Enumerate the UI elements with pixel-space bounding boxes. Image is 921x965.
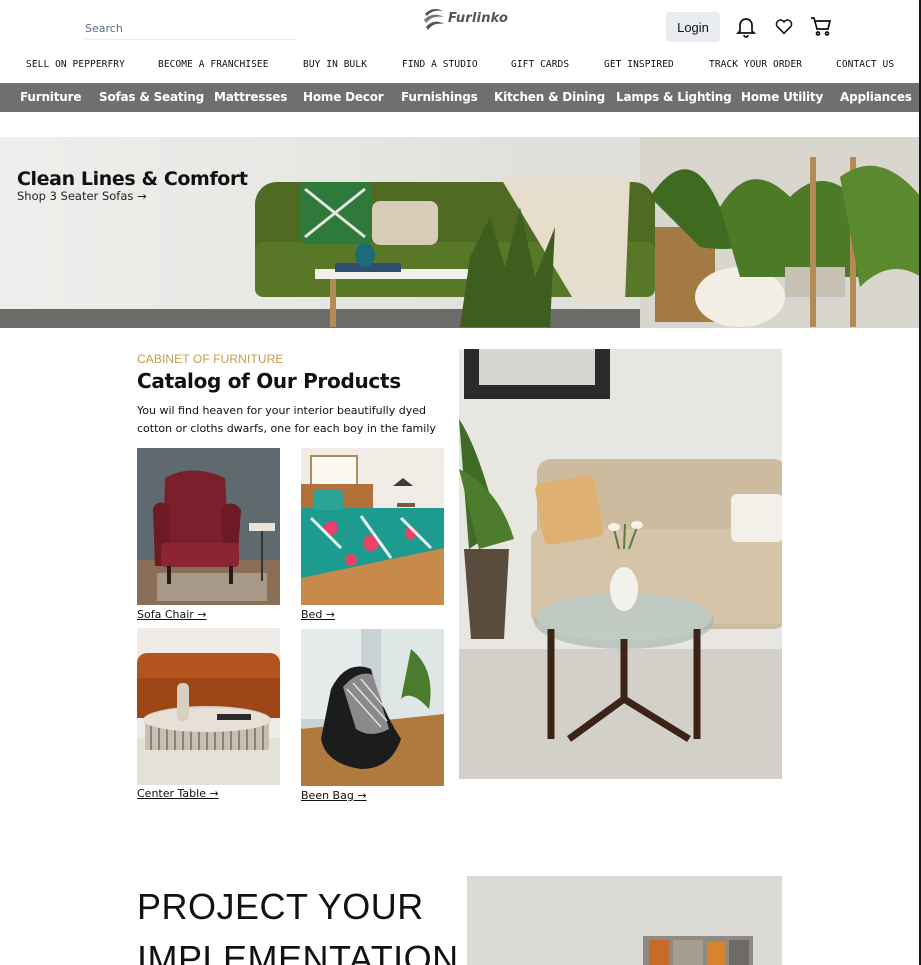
top-links: SELL ON PEPPERFRY BECOME A FRANCHISEE BU… xyxy=(0,56,921,76)
center-table-link[interactable]: Center Table → xyxy=(137,787,219,800)
link-track-your-order[interactable]: TRACK YOUR ORDER xyxy=(709,59,802,70)
center-table-image xyxy=(137,628,280,785)
hero-title: Clean Lines & Comfort xyxy=(17,168,248,190)
hero-banner[interactable]: Clean Lines & Comfort Shop 3 Seater Sofa… xyxy=(0,137,921,328)
sofa-chair-image xyxy=(137,448,280,605)
project-heading: PROJECT YOUR IMPLEMENTATION xyxy=(137,886,459,965)
bed-image xyxy=(301,448,444,605)
category-nav: Furniture Sofas & Seating Mattresses Hom… xyxy=(0,83,921,112)
logo-icon xyxy=(424,9,444,30)
nav-appliances[interactable]: Appliances xyxy=(840,90,912,104)
hero-shop-link[interactable]: Shop 3 Seater Sofas → xyxy=(17,189,147,203)
nav-lamps-lighting[interactable]: Lamps & Lighting xyxy=(616,90,732,104)
nav-mattresses[interactable]: Mattresses xyxy=(214,90,287,104)
hero-image xyxy=(0,137,921,328)
search-input[interactable] xyxy=(85,22,295,35)
product-card-bean-bag[interactable] xyxy=(301,629,444,786)
bean-bag-image xyxy=(301,629,444,786)
nav-sofas-seating[interactable]: Sofas & Seating xyxy=(99,90,204,104)
project-photo xyxy=(467,876,782,965)
cart-icon[interactable] xyxy=(809,14,833,38)
search-box[interactable] xyxy=(85,18,295,40)
sofa-chair-link[interactable]: Sofa Chair → xyxy=(137,608,207,621)
link-become-franchisee[interactable]: BECOME A FRANCHISEE xyxy=(158,59,269,70)
bed-link[interactable]: Bed → xyxy=(301,608,335,621)
living-room-image xyxy=(459,349,782,779)
heart-icon[interactable] xyxy=(772,14,796,38)
link-contact-us[interactable]: CONTACT US xyxy=(836,59,894,70)
nav-home-utility[interactable]: Home Utility xyxy=(741,90,823,104)
living-room-photo xyxy=(459,349,782,779)
nav-kitchen-dining[interactable]: Kitchen & Dining xyxy=(494,90,605,104)
product-card-center-table[interactable] xyxy=(137,628,280,785)
brand-logo[interactable]: Furlinko xyxy=(422,5,508,31)
catalog-title: Catalog of Our Products xyxy=(137,369,401,393)
link-find-a-studio[interactable]: FIND A STUDIO xyxy=(402,59,478,70)
catalog-description: You wil find heaven for your interior be… xyxy=(137,404,436,435)
nav-home-decor[interactable]: Home Decor xyxy=(303,90,384,104)
product-card-sofa-chair[interactable] xyxy=(137,448,280,605)
catalog-eyebrow: CABINET OF FURNITURE xyxy=(137,352,284,366)
project-image xyxy=(467,876,782,965)
product-card-bed[interactable] xyxy=(301,448,444,605)
login-button[interactable]: Login xyxy=(666,12,720,42)
link-gift-cards[interactable]: GIFT CARDS xyxy=(511,59,569,70)
link-buy-in-bulk[interactable]: BUY IN BULK xyxy=(303,59,367,70)
bean-bag-link[interactable]: Been Bag → xyxy=(301,789,367,802)
brand-name: Furlinko xyxy=(448,10,509,26)
header: Furlinko Login xyxy=(0,0,921,52)
link-sell-on-pepperfry[interactable]: SELL ON PEPPERFRY xyxy=(26,59,125,70)
nav-furniture[interactable]: Furniture xyxy=(20,90,81,104)
link-get-inspired[interactable]: GET INSPIRED xyxy=(604,59,674,70)
bell-icon[interactable] xyxy=(734,14,758,38)
nav-furnishings[interactable]: Furnishings xyxy=(401,90,478,104)
